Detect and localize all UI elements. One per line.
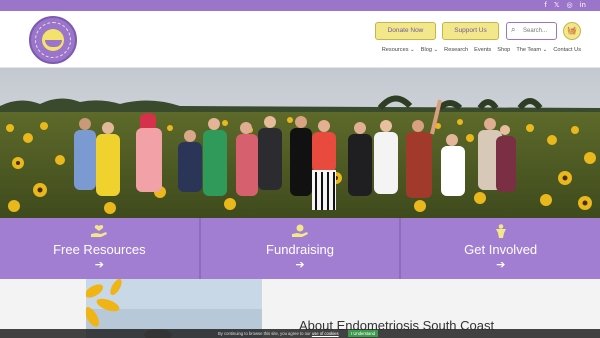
nav-item-blog[interactable]: Blog ⌄ <box>421 47 438 53</box>
twitter-x-icon[interactable]: 𝕏 <box>554 1 560 10</box>
support-button[interactable]: Support Us <box>442 22 499 40</box>
site-header: Donate Now Support Us ⌕ Search... 🧺 Reso… <box>0 11 600 68</box>
hand-coin-icon <box>292 224 308 237</box>
nav-item-research[interactable]: Research <box>444 47 468 53</box>
band-free-resources[interactable]: Free Resources ➔ <box>0 218 201 279</box>
cookie-accept-button[interactable]: I Understand <box>348 330 378 337</box>
nav-item-resources[interactable]: Resources ⌄ <box>382 47 415 53</box>
top-bar: f 𝕏 ◎ in <box>0 0 600 11</box>
feature-bands: Free Resources ➔ Fundraising ➔ Get Invol… <box>0 218 600 279</box>
cookie-policy-link[interactable]: use of cookies <box>312 331 339 336</box>
donate-button[interactable]: Donate Now <box>375 22 436 40</box>
band-get-involved[interactable]: Get Involved ➔ <box>401 218 600 279</box>
instagram-icon[interactable]: ◎ <box>567 1 573 10</box>
band-fundraising[interactable]: Fundraising ➔ <box>200 218 402 279</box>
linkedin-icon[interactable]: in <box>580 1 586 10</box>
cookie-text: By continuing to browse this site, you a… <box>218 330 339 337</box>
arrow-right-icon[interactable]: ➔ <box>401 259 600 271</box>
person-icon <box>495 224 506 238</box>
facebook-icon[interactable]: f <box>544 1 546 10</box>
search-box[interactable]: ⌕ Search... <box>506 22 557 40</box>
search-input[interactable]: Search... <box>523 23 547 39</box>
cookie-message: By continuing to browse this site, you a… <box>218 331 311 336</box>
band-title: Free Resources <box>53 242 146 257</box>
hero-sunflower-photo <box>0 68 600 218</box>
social-links: f 𝕏 ◎ in <box>544 1 586 10</box>
nav-item-shop[interactable]: Shop <box>497 47 510 53</box>
cart-icon[interactable]: 🧺 <box>563 22 581 40</box>
arrow-right-icon[interactable]: ➔ <box>201 259 400 271</box>
hand-heart-icon <box>91 224 108 237</box>
cookie-bar: By continuing to browse this site, you a… <box>0 329 600 338</box>
arrow-right-icon[interactable]: ➔ <box>0 259 199 271</box>
main-nav: Resources ⌄ Blog ⌄ Research Events Shop … <box>382 47 581 53</box>
band-title: Get Involved <box>464 242 538 257</box>
nav-item-events[interactable]: Events <box>474 47 491 53</box>
nav-item-contact-us[interactable]: Contact Us <box>553 47 581 53</box>
band-title: Fundraising <box>266 242 334 257</box>
hero-image <box>0 68 600 218</box>
search-icon: ⌕ <box>511 25 516 34</box>
nav-item-the-team[interactable]: The Team ⌄ <box>516 47 547 53</box>
site-logo[interactable] <box>29 16 77 64</box>
